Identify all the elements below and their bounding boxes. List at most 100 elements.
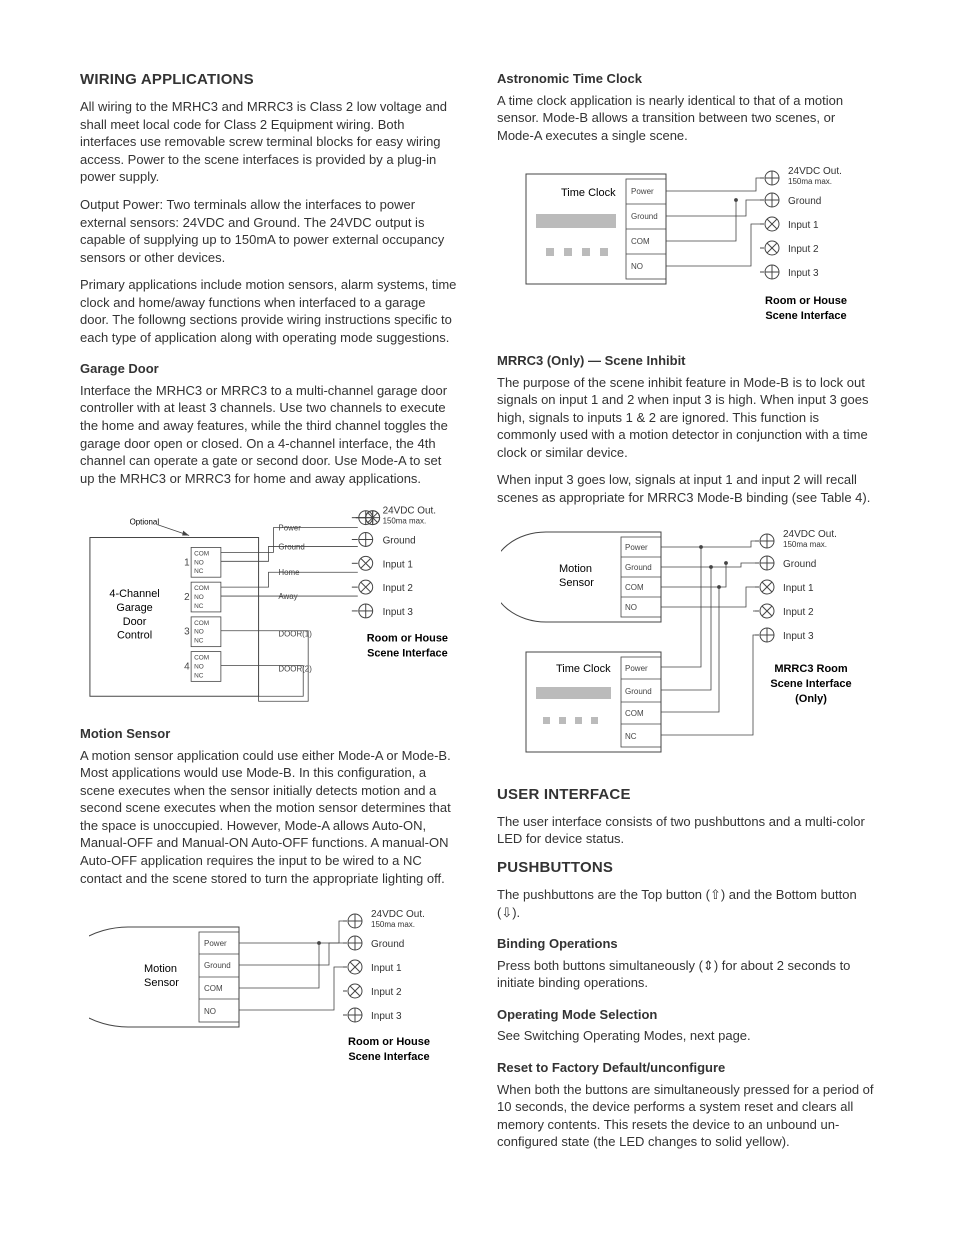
- svg-text:Sensor: Sensor: [559, 577, 594, 589]
- svg-text:2: 2: [184, 592, 190, 603]
- diagram-garage: 4-Channel Garage Door Control Optional 1…: [80, 497, 457, 707]
- svg-text:Input 3: Input 3: [783, 631, 814, 642]
- svg-text:Input 1: Input 1: [371, 963, 402, 974]
- p-wiring-3: Primary applications include motion sens…: [80, 276, 457, 346]
- svg-text:NO: NO: [194, 664, 204, 671]
- svg-text:MRRC3 Room: MRRC3 Room: [774, 663, 848, 675]
- svg-text:Input 3: Input 3: [788, 268, 819, 279]
- p-user-interface: The user interface consists of two pushb…: [497, 813, 874, 848]
- svg-text:Input 2: Input 2: [383, 583, 414, 594]
- heading-user-interface: USER INTERFACE: [497, 785, 874, 805]
- svg-text:Ground: Ground: [788, 196, 821, 207]
- svg-text:Ground: Ground: [278, 543, 304, 552]
- svg-text:Time Clock: Time Clock: [561, 187, 616, 199]
- svg-text:Ground: Ground: [371, 939, 404, 950]
- svg-text:Ground: Ground: [625, 563, 652, 572]
- svg-text:NO: NO: [194, 629, 204, 636]
- svg-text:COM: COM: [204, 984, 223, 993]
- svg-text:1: 1: [184, 557, 190, 568]
- four-ch-2: Garage: [116, 602, 152, 614]
- four-ch-3: Door: [123, 616, 147, 628]
- four-ch-4: Control: [117, 630, 152, 642]
- p-motion: A motion sensor application could use ei…: [80, 747, 457, 887]
- heading-astronomic: Astronomic Time Clock: [497, 70, 874, 88]
- svg-text:NC: NC: [194, 568, 204, 575]
- heading-pushbuttons: PUSHBUTTONS: [497, 858, 874, 878]
- heading-binding: Binding Operations: [497, 935, 874, 953]
- svg-text:Time Clock: Time Clock: [556, 663, 611, 675]
- svg-text:150ma max.: 150ma max.: [783, 540, 827, 549]
- heading-motion-sensor: Motion Sensor: [80, 725, 457, 743]
- p-wiring-1: All wiring to the MRHC3 and MRRC3 is Cla…: [80, 98, 457, 186]
- svg-text:Input 2: Input 2: [788, 244, 819, 255]
- svg-text:NO: NO: [625, 603, 637, 612]
- svg-text:NO: NO: [194, 559, 204, 566]
- svg-text:Scene Interface: Scene Interface: [367, 648, 448, 660]
- svg-text:Away: Away: [278, 592, 297, 601]
- svg-text:Room or House: Room or House: [367, 633, 448, 645]
- svg-text:COM: COM: [194, 655, 209, 662]
- svg-text:Power: Power: [625, 543, 648, 552]
- heading-garage-door: Garage Door: [80, 360, 457, 378]
- svg-text:Scene Interface: Scene Interface: [348, 1051, 429, 1063]
- svg-text:COM: COM: [625, 709, 644, 718]
- svg-text:4: 4: [184, 662, 190, 673]
- heading-wiring-applications: WIRING APPLICATIONS: [80, 70, 457, 90]
- svg-text:(Only): (Only): [795, 693, 827, 705]
- heading-scene-inhibit: MRRC3 (Only) — Scene Inhibit: [497, 352, 874, 370]
- svg-text:COM: COM: [631, 237, 650, 246]
- svg-text:Input 1: Input 1: [788, 220, 819, 231]
- svg-text:Input 1: Input 1: [383, 559, 414, 570]
- svg-text:Motion: Motion: [559, 563, 592, 575]
- p-binding: Press both buttons simultaneously (⇕) fo…: [497, 957, 874, 992]
- svg-text:Ground: Ground: [383, 536, 416, 547]
- right-column: Astronomic Time Clock A time clock appli…: [497, 70, 874, 1161]
- svg-text:NC: NC: [625, 732, 637, 741]
- svg-text:150ma max.: 150ma max.: [788, 177, 832, 186]
- svg-text:NC: NC: [194, 603, 204, 610]
- svg-text:NC: NC: [194, 638, 204, 645]
- lbl-optional: Optional: [130, 518, 160, 527]
- diagram-timeclock: Time Clock Power Ground COM NO: [497, 154, 874, 334]
- svg-text:24VDC Out.: 24VDC Out.: [371, 909, 425, 920]
- svg-text:Room or House: Room or House: [348, 1036, 430, 1048]
- svg-text:Motion: Motion: [144, 963, 177, 975]
- svg-text:Power: Power: [625, 664, 648, 673]
- svg-text:NO: NO: [204, 1007, 216, 1016]
- svg-text:Room or House: Room or House: [765, 295, 847, 307]
- four-ch-1: 4-Channel: [109, 588, 159, 600]
- svg-text:150ma max.: 150ma max.: [383, 517, 427, 526]
- svg-text:Input 2: Input 2: [783, 607, 814, 618]
- svg-text:Input 1: Input 1: [783, 583, 814, 594]
- svg-text:NO: NO: [631, 262, 643, 271]
- svg-text:Ground: Ground: [625, 687, 652, 696]
- svg-text:Power: Power: [204, 939, 227, 948]
- p-wiring-2: Output Power: Two terminals allow the in…: [80, 196, 457, 266]
- svg-text:24VDC Out.: 24VDC Out.: [788, 166, 842, 177]
- svg-text:Scene Interface: Scene Interface: [770, 678, 851, 690]
- svg-text:NC: NC: [194, 673, 204, 680]
- svg-text:Ground: Ground: [783, 559, 816, 570]
- svg-text:3: 3: [184, 627, 190, 638]
- svg-text:NO: NO: [194, 594, 204, 601]
- p-mode-selection: See Switching Operating Modes, next page…: [497, 1027, 874, 1045]
- svg-text:Ground: Ground: [204, 961, 231, 970]
- p-pushbuttons: The pushbuttons are the Top button (⇧) a…: [497, 886, 874, 921]
- svg-text:Power: Power: [631, 187, 654, 196]
- p-garage: Interface the MRHC3 or MRRC3 to a multi-…: [80, 382, 457, 487]
- svg-text:Input 3: Input 3: [371, 1011, 402, 1022]
- left-column: WIRING APPLICATIONS All wiring to the MR…: [80, 70, 457, 1161]
- svg-text:Power: Power: [278, 524, 301, 533]
- svg-text:COM: COM: [625, 583, 644, 592]
- svg-text:COM: COM: [194, 620, 209, 627]
- svg-text:Scene Interface: Scene Interface: [765, 310, 846, 322]
- svg-text:Input 2: Input 2: [371, 987, 402, 998]
- svg-text:Home: Home: [278, 568, 300, 577]
- diagram-inhibit: Motion Sensor Power Ground COM NO Time C…: [497, 517, 874, 767]
- svg-text:Sensor: Sensor: [144, 977, 179, 989]
- heading-mode-selection: Operating Mode Selection: [497, 1006, 874, 1024]
- svg-text:150ma max.: 150ma max.: [371, 920, 415, 929]
- svg-text:24VDC Out.: 24VDC Out.: [383, 506, 436, 517]
- diagram-motion: Motion Sensor Power Ground COM NO: [80, 897, 457, 1077]
- p-inhibit-1: The purpose of the scene inhibit feature…: [497, 374, 874, 462]
